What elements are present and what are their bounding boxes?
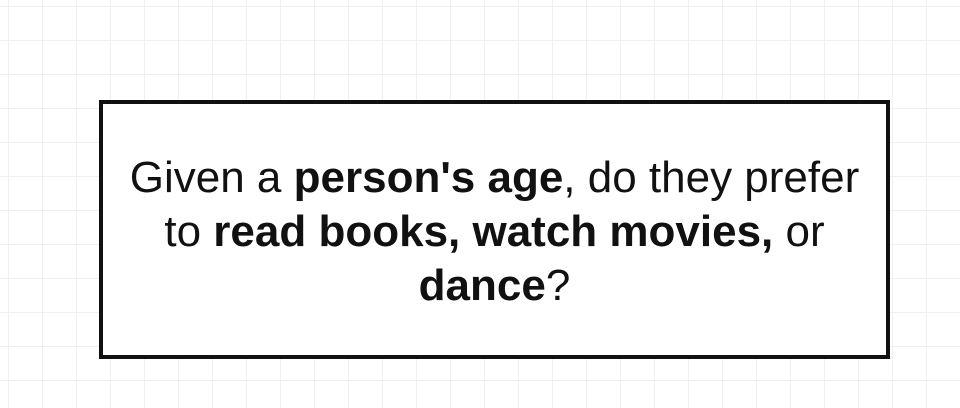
question-segment-bold: dance [418,260,546,310]
question-segment: , do they prefer [563,152,860,202]
question-segment: ? [545,260,571,310]
question-text: Given a person's age, do they prefer to … [103,147,886,313]
question-box: Given a person's age, do they prefer to … [99,100,890,359]
question-segment-bold: read books, watch movies, [213,206,774,256]
question-segment: to [164,206,214,256]
question-segment: Given a [129,152,294,202]
question-segment-bold: person's age [293,152,564,202]
question-segment: or [773,206,825,256]
